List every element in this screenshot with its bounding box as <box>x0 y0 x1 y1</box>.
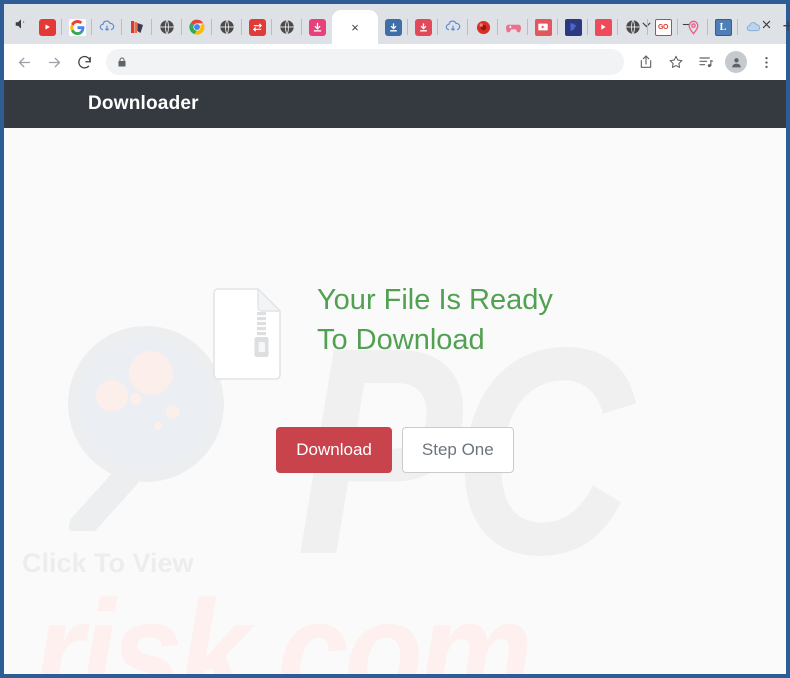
tab-gamepad[interactable] <box>498 10 528 44</box>
pink-download-favicon <box>308 18 326 36</box>
tab-pin-pink[interactable] <box>678 10 708 44</box>
share-button[interactable] <box>632 48 660 76</box>
red-swap-favicon <box>248 18 266 36</box>
cloud-download-favicon <box>445 19 462 36</box>
tab-globe-1[interactable] <box>152 10 182 44</box>
click-to-view-label: Click To View <box>22 548 194 578</box>
tab-go-badge[interactable]: GO <box>648 10 678 44</box>
profile-avatar-icon <box>725 51 747 73</box>
tab-globe-3[interactable] <box>272 10 302 44</box>
tab-cloud-download-2[interactable] <box>438 10 468 44</box>
blue-l-favicon: L <box>714 18 732 36</box>
download-panel: Your File Is Ready To Download Download … <box>4 278 786 473</box>
browser-window: × GO L + Downloader PC risk.com Click To… <box>0 0 790 678</box>
blue-download-favicon <box>384 18 402 36</box>
tab-globe-2[interactable] <box>212 10 242 44</box>
lock-icon <box>116 56 128 68</box>
tab-swap[interactable] <box>242 10 272 44</box>
back-button[interactable] <box>10 48 38 76</box>
profile-button[interactable] <box>722 48 750 76</box>
address-bar[interactable] <box>106 49 624 75</box>
tab-download-blue[interactable] <box>378 10 408 44</box>
tab-chrome[interactable] <box>182 10 212 44</box>
blue-cloud-favicon <box>745 19 762 36</box>
tab-download-red[interactable] <box>408 10 438 44</box>
step-one-button[interactable]: Step One <box>401 427 514 473</box>
globe-gray-favicon <box>219 19 236 36</box>
chrome-favicon <box>189 19 206 36</box>
page-body: PC risk.com Click To View Your File Is R… <box>4 128 786 674</box>
page-title: Downloader <box>88 93 199 114</box>
pink-pin-favicon <box>685 19 702 36</box>
red-books-favicon <box>129 19 146 36</box>
tab-flag-navy[interactable] <box>558 10 588 44</box>
globe-gray-favicon <box>159 19 176 36</box>
cloud-download-favicon <box>99 19 116 36</box>
google-favicon <box>68 18 86 36</box>
tab-books[interactable] <box>122 10 152 44</box>
zip-file-icon <box>213 287 282 385</box>
red-orb-favicon <box>475 19 492 36</box>
tab-cloud-download-1[interactable] <box>92 10 122 44</box>
tab-strip: × GO L + <box>4 4 790 44</box>
forward-button[interactable] <box>40 48 68 76</box>
tab-cloud-blue[interactable] <box>738 10 768 44</box>
hero-row: Your File Is Ready To Download <box>213 278 577 385</box>
go-badge-favicon: GO <box>654 18 672 36</box>
tab-orb[interactable] <box>468 10 498 44</box>
action-buttons: Download Step One <box>276 427 514 473</box>
red-video-favicon <box>534 18 552 36</box>
speaker-mute-icon <box>10 4 32 44</box>
browser-toolbar <box>4 44 786 80</box>
page-viewport: Downloader PC risk.com Click To View You… <box>4 80 786 674</box>
site-header: Downloader <box>4 80 786 128</box>
tab-youtube[interactable] <box>32 10 62 44</box>
tab-list: × GO L + <box>4 4 790 44</box>
bookmark-star-button[interactable] <box>662 48 690 76</box>
domain-watermark: risk.com <box>34 570 532 674</box>
tab-google[interactable] <box>62 10 92 44</box>
active-tab[interactable]: × <box>332 10 378 44</box>
globe-gray-favicon <box>279 19 296 36</box>
pink-gamepad-favicon <box>505 19 522 36</box>
tab-download-pink[interactable] <box>302 10 332 44</box>
youtube-favicon <box>38 18 56 36</box>
red-download-favicon <box>414 18 432 36</box>
tab-play-red[interactable] <box>588 10 618 44</box>
tab-close-icon[interactable]: × <box>347 19 363 35</box>
download-button[interactable]: Download <box>276 427 392 473</box>
three-dot-menu-button[interactable] <box>752 48 780 76</box>
tab-letter-l[interactable]: L <box>708 10 738 44</box>
tab-video-red[interactable] <box>528 10 558 44</box>
red-play-favicon <box>594 18 612 36</box>
globe-gray-favicon <box>625 19 642 36</box>
reload-button[interactable] <box>70 48 98 76</box>
reading-list-button[interactable] <box>692 48 720 76</box>
hero-heading: Your File Is Ready To Download <box>317 284 553 357</box>
tab-globe-4[interactable] <box>618 10 648 44</box>
navy-flag-favicon <box>564 18 582 36</box>
